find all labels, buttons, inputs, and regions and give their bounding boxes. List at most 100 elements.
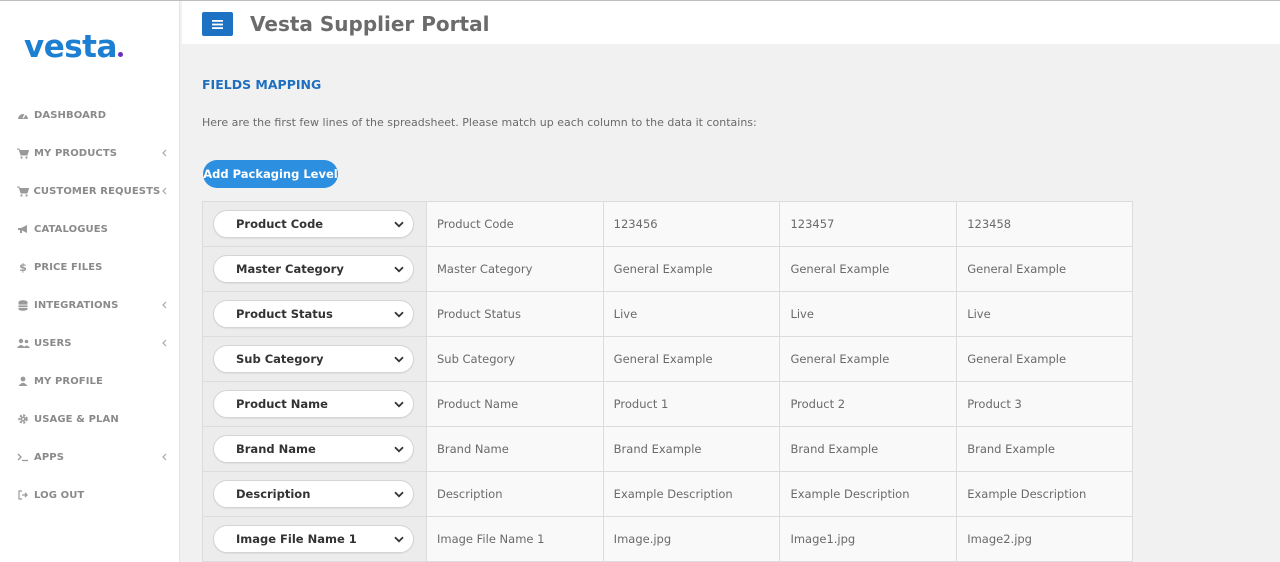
table-cell: Brand Example xyxy=(956,426,1133,472)
table-cell: 123456 xyxy=(602,201,781,247)
field-mapping-select[interactable]: Product Status xyxy=(213,300,414,328)
field-mapping-select[interactable]: Sub Category xyxy=(213,345,414,373)
users-icon xyxy=(16,337,30,349)
sidebar-item-my-profile[interactable]: MY PROFILE xyxy=(16,371,168,391)
table-cell: Brand Name xyxy=(425,426,604,472)
page-title: Vesta Supplier Portal xyxy=(250,12,490,36)
table-row: Sub Category Sub Category General Example G… xyxy=(202,336,1133,382)
table-cell: Master Category xyxy=(425,246,604,292)
section-title: FIELDS MAPPING xyxy=(202,77,322,92)
sidebar-item-price-files[interactable]: $ PRICE FILES xyxy=(16,257,168,277)
chevron-down-icon xyxy=(393,533,405,545)
cart-icon xyxy=(16,185,29,197)
mapping-select-cell: Product Name xyxy=(202,381,427,427)
logo-text: vesta xyxy=(24,29,117,65)
chevron-left-icon xyxy=(160,338,168,348)
table-cell: Image.jpg xyxy=(602,516,781,562)
sidebar-item-integrations[interactable]: INTEGRATIONS xyxy=(16,295,168,315)
table-cell: 123458 xyxy=(956,201,1133,247)
sidebar-item-label: MY PRODUCTS xyxy=(34,147,118,159)
table-cell: Description xyxy=(425,471,604,517)
table-cell: Product Name xyxy=(425,381,604,427)
sidebar-item-label: USERS xyxy=(34,337,72,349)
table-cell: Brand Example xyxy=(602,426,781,472)
table-cell: Live xyxy=(956,291,1133,337)
mapping-select-cell: Master Category xyxy=(202,246,427,292)
table-cell: Product 1 xyxy=(602,381,781,427)
table-cell: General Example xyxy=(779,246,958,292)
table-cell: Sub Category xyxy=(425,336,604,382)
mapping-select-cell: Image File Name 1 xyxy=(202,516,427,562)
table-cell: 123457 xyxy=(779,201,958,247)
sidebar-item-dashboard[interactable]: DASHBOARD xyxy=(16,105,168,125)
table-cell: Live xyxy=(779,291,958,337)
chevron-left-icon xyxy=(160,452,168,462)
dollar-icon: $ xyxy=(19,260,27,274)
field-mapping-select-value: Product Code xyxy=(236,217,324,231)
menu-toggle-button[interactable] xyxy=(202,12,233,36)
mapping-select-cell: Sub Category xyxy=(202,336,427,382)
logo-dot xyxy=(117,52,123,57)
gear-icon xyxy=(16,413,30,425)
cart-icon xyxy=(16,147,30,159)
field-mapping-select-value: Description xyxy=(236,487,311,501)
field-mapping-select[interactable]: Product Name xyxy=(213,390,414,418)
sign-out-icon xyxy=(16,489,30,501)
table-row: Product Name Product Name Product 1 Product… xyxy=(202,381,1133,427)
top-header: Vesta Supplier Portal xyxy=(182,1,1280,44)
field-mapping-select[interactable]: Brand Name xyxy=(213,435,414,463)
field-mapping-select-value: Sub Category xyxy=(236,352,324,366)
field-mapping-select[interactable]: Master Category xyxy=(213,255,414,283)
sidebar-item-apps[interactable]: APPS xyxy=(16,447,168,467)
table-cell: General Example xyxy=(779,336,958,382)
table-cell: Product 3 xyxy=(956,381,1133,427)
sidebar-item-label: PRICE FILES xyxy=(34,261,103,273)
sidebar-item-log-out[interactable]: LOG OUT xyxy=(16,485,168,505)
table-row: Master Category Master Category General Ex… xyxy=(202,246,1133,292)
add-packaging-level-button[interactable]: Add Packaging Level xyxy=(203,160,338,188)
field-mapping-select[interactable]: Description xyxy=(213,480,414,508)
table-cell: Product 2 xyxy=(779,381,958,427)
table-cell: General Example xyxy=(956,246,1133,292)
chevron-down-icon xyxy=(393,353,405,365)
table-cell: Live xyxy=(602,291,781,337)
table-cell: Product Code xyxy=(425,201,604,247)
table-row: Product Code Product Code 123456 123457 1234… xyxy=(202,201,1133,247)
sidebar: vesta DASHBOARD MY PRODUCTS CUSTOMER REQ… xyxy=(0,1,180,562)
table-row: Product Status Product Status Live Live Live xyxy=(202,291,1133,337)
table-row: Brand Name Brand Name Brand Example Brand E… xyxy=(202,426,1133,472)
sidebar-item-customer-requests[interactable]: CUSTOMER REQUESTS xyxy=(16,181,168,201)
mapping-select-cell: Product Code xyxy=(202,201,427,247)
sidebar-item-my-products[interactable]: MY PRODUCTS xyxy=(16,143,168,163)
table-row: Image File Name 1 Image File Name 1 Image.… xyxy=(202,516,1133,562)
field-mapping-select-value: Image File Name 1 xyxy=(236,532,357,546)
table-cell: Example Description xyxy=(779,471,958,517)
vesta-logo[interactable]: vesta xyxy=(24,29,123,65)
field-mapping-select-value: Brand Name xyxy=(236,442,316,456)
table-cell: Product Status xyxy=(425,291,604,337)
sidebar-item-catalogues[interactable]: CATALOGUES xyxy=(16,219,168,239)
fields-mapping-table: Product Code Product Code 123456 123457 1234… xyxy=(202,201,1133,562)
table-cell: Image1.jpg xyxy=(779,516,958,562)
sidebar-item-label: APPS xyxy=(34,451,64,463)
table-cell: Image2.jpg xyxy=(956,516,1133,562)
sidebar-item-users[interactable]: USERS xyxy=(16,333,168,353)
terminal-icon xyxy=(16,451,30,463)
chevron-down-icon xyxy=(393,308,405,320)
mapping-select-cell: Brand Name xyxy=(202,426,427,472)
field-mapping-select[interactable]: Product Code xyxy=(213,210,414,238)
bullhorn-icon xyxy=(16,223,30,235)
hamburger-icon xyxy=(212,19,223,29)
sidebar-item-usage-plan[interactable]: USAGE & PLAN xyxy=(16,409,168,429)
chevron-left-icon xyxy=(160,148,168,158)
sidebar-item-label: USAGE & PLAN xyxy=(34,413,119,425)
field-mapping-select[interactable]: Image File Name 1 xyxy=(213,525,414,553)
chevron-down-icon xyxy=(393,263,405,275)
table-cell: General Example xyxy=(602,246,781,292)
chevron-down-icon xyxy=(393,488,405,500)
table-cell: General Example xyxy=(956,336,1133,382)
intro-text: Here are the first few lines of the spre… xyxy=(202,116,757,129)
table-cell: General Example xyxy=(602,336,781,382)
chevron-down-icon xyxy=(393,398,405,410)
fields-mapping-table-body: Product Code Product Code 123456 123457 1234… xyxy=(202,201,1133,562)
